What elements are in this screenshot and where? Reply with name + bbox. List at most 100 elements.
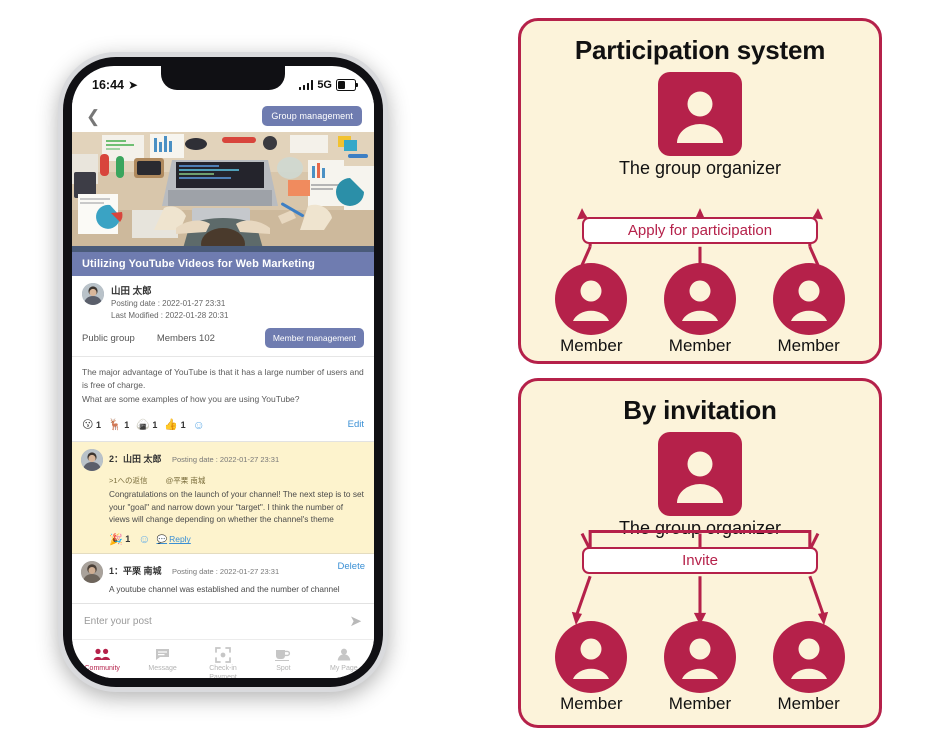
member-label: Member bbox=[560, 694, 623, 713]
status-time: 16:44 bbox=[92, 78, 124, 92]
comment-item: 2：山田 太郎 Posting date : 2022-01-27 23:31 … bbox=[72, 441, 374, 555]
send-icon[interactable]: ➤ bbox=[349, 614, 362, 629]
phone-mockup: 16:44 ➤ 5G ❮ Group management Utilizing … bbox=[58, 52, 388, 692]
post-body-line2: What are some examples of how you are us… bbox=[82, 393, 300, 404]
organizer-label: The group organizer bbox=[618, 158, 782, 178]
participation-system-panel: Participation system The group organizer… bbox=[518, 18, 882, 364]
tab-my-page[interactable]: My Page bbox=[314, 647, 374, 674]
reply-mention: @平栗 南城 bbox=[165, 475, 206, 485]
member-avatar-icon bbox=[663, 263, 736, 335]
tab-label: My Page bbox=[330, 665, 358, 673]
post-input-placeholder[interactable]: Enter your post bbox=[84, 616, 152, 627]
signal-bars-icon bbox=[298, 80, 314, 90]
comment-actions: 🎉 1 ☺ 💬 Reply bbox=[109, 532, 365, 546]
tab-spot[interactable]: Spot bbox=[253, 647, 313, 674]
post-reaction-row: 😗 1 🦌 1 🍙 1 👍 1 ☺ Edit bbox=[72, 409, 374, 442]
reaction-item[interactable]: 👍 1 bbox=[164, 418, 185, 431]
panel-title: Participation system bbox=[574, 35, 826, 65]
post-author-block: 山田 太郎 Posting date : 2022-01-27 23:31 La… bbox=[72, 276, 374, 325]
tab-label: Community bbox=[84, 665, 120, 673]
organizer-node: The group organizer bbox=[521, 432, 879, 539]
avatar bbox=[81, 448, 103, 471]
location-arrow-icon: ➤ bbox=[127, 78, 139, 92]
group-info-row: Public group Members 102 Member manageme… bbox=[72, 324, 374, 358]
reply-to-label: >1への返信 bbox=[109, 475, 148, 485]
reaction-count: 1 bbox=[95, 419, 101, 430]
spot-cup-icon bbox=[275, 647, 291, 662]
member-node: Member bbox=[555, 263, 628, 356]
avatar bbox=[82, 283, 104, 305]
add-reaction-icon[interactable]: ☺ bbox=[193, 418, 205, 432]
whistling-face-emoji: 😗 bbox=[82, 419, 94, 432]
member-label: Member bbox=[777, 336, 840, 355]
message-bubble-icon bbox=[155, 647, 170, 662]
my-page-person-icon bbox=[337, 647, 351, 662]
delete-comment-link[interactable]: Delete bbox=[338, 561, 365, 572]
tab-label: Spot bbox=[276, 665, 291, 673]
reply-label: Reply bbox=[169, 534, 191, 545]
tab-community[interactable]: Community bbox=[72, 647, 132, 674]
comment-item: 1：平栗 南城 Posting date : 2022-01-27 23:31 … bbox=[72, 554, 374, 605]
by-invitation-panel: By invitation The group organizer Invite… bbox=[518, 378, 882, 728]
bottom-tab-bar: Community Message Check-inPayment Spot bbox=[72, 640, 374, 678]
reply-button[interactable]: 💬 Reply bbox=[156, 534, 190, 545]
reaction-count: 1 bbox=[125, 534, 131, 545]
comment-text: Congratulations on the launch of your ch… bbox=[109, 488, 364, 525]
add-reaction-icon[interactable]: ☺ bbox=[138, 532, 150, 546]
member-avatar-icon bbox=[772, 621, 845, 693]
tab-checkin-payment[interactable]: Check-in Payment bbox=[193, 646, 253, 678]
thumbs-up-emoji: 👍 bbox=[164, 419, 179, 432]
tab-label: Message bbox=[148, 665, 177, 673]
comment-date: Posting date : 2022-01-27 23:31 bbox=[171, 454, 280, 464]
group-management-button[interactable]: Group management bbox=[262, 106, 362, 126]
members-row: Member Member Member bbox=[521, 621, 879, 714]
member-avatar-icon bbox=[663, 621, 736, 693]
apply-for-participation-box: Apply for participation bbox=[582, 217, 818, 244]
post-title-bar: Utilizing YouTube Videos for Web Marketi… bbox=[72, 252, 374, 276]
reaction-item[interactable]: 🦌 1 bbox=[108, 418, 129, 431]
member-avatar-icon bbox=[772, 263, 845, 335]
post-composer[interactable]: Enter your post ➤ bbox=[72, 604, 374, 641]
post-author-name: 山田 太郎 bbox=[111, 286, 152, 297]
edit-post-link[interactable]: Edit bbox=[348, 419, 364, 430]
member-label: Member bbox=[668, 694, 732, 713]
member-node: Member bbox=[772, 263, 845, 356]
organizer-label: The group organizer bbox=[618, 518, 782, 538]
community-people-icon bbox=[93, 647, 111, 662]
reaction-item[interactable]: 🎉 1 bbox=[109, 533, 130, 546]
post-posting-date: Posting date : 2022-01-27 23:31 bbox=[111, 299, 226, 308]
panel-title: By invitation bbox=[623, 395, 777, 425]
member-node: Member bbox=[772, 621, 845, 714]
reaction-item[interactable]: 😗 1 bbox=[82, 418, 101, 431]
post-body-line1: The major advantage of YouTube is that i… bbox=[82, 367, 364, 391]
deer-emoji: 🦌 bbox=[107, 419, 122, 432]
member-label: Member bbox=[560, 336, 623, 355]
members-row: Member Member Member bbox=[521, 263, 879, 356]
post-last-modified: Last Modified : 2022-01-28 20:31 bbox=[111, 310, 229, 320]
party-popper-emoji: 🎉 bbox=[109, 533, 123, 546]
tab-message[interactable]: Message bbox=[132, 647, 192, 674]
member-label: Member bbox=[668, 336, 732, 355]
member-node: Member bbox=[663, 621, 736, 714]
tab-label: Check-in Payment bbox=[209, 665, 237, 678]
member-avatar-icon bbox=[555, 621, 628, 693]
rice-ball-emoji: 🍙 bbox=[136, 419, 150, 432]
battery-icon bbox=[336, 79, 358, 91]
organizer-node: The group organizer bbox=[521, 72, 879, 179]
phone-notch bbox=[161, 66, 285, 90]
group-visibility: Public group bbox=[82, 332, 135, 344]
reaction-count: 1 bbox=[152, 419, 158, 430]
reaction-count: 1 bbox=[124, 419, 130, 430]
member-management-button[interactable]: Member management bbox=[264, 328, 364, 349]
organizer-avatar-icon bbox=[658, 72, 742, 156]
post-body: The major advantage of YouTube is that i… bbox=[72, 357, 374, 410]
invite-box: Invite bbox=[582, 547, 818, 574]
avatar bbox=[81, 561, 103, 584]
phone-screen: 16:44 ➤ 5G ❮ Group management Utilizing … bbox=[72, 66, 374, 678]
member-label: Member bbox=[777, 694, 840, 713]
member-avatar-icon bbox=[555, 263, 628, 335]
post-hero-image bbox=[72, 132, 374, 252]
back-chevron-icon[interactable]: ❮ bbox=[86, 108, 100, 125]
reaction-item[interactable]: 🍙 1 bbox=[136, 418, 157, 431]
comment-author: 1：平栗 南城 bbox=[109, 566, 162, 577]
